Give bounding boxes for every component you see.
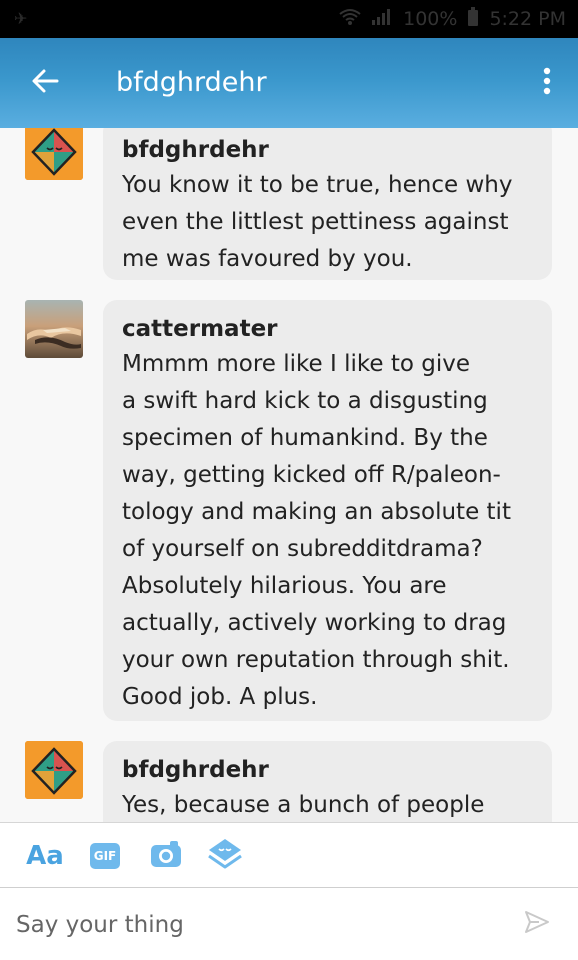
more-vertical-icon bbox=[543, 67, 551, 99]
message-input-row bbox=[0, 888, 578, 960]
status-bar: ✈ 100% 5:22 PM bbox=[0, 0, 578, 38]
message-author[interactable]: bfdghrdehr bbox=[122, 755, 534, 785]
gif-icon: GIF bbox=[89, 843, 121, 869]
gif-button[interactable]: GIF bbox=[88, 839, 122, 873]
camera-icon bbox=[150, 840, 182, 872]
send-icon bbox=[524, 911, 550, 939]
composer-toolbar: Aa GIF bbox=[0, 822, 578, 888]
message-text: You know it to be true, hence why even t… bbox=[122, 172, 513, 272]
message-bubble[interactable]: bfdghrdehr Yes, because a bunch of peopl… bbox=[103, 741, 552, 822]
back-button[interactable] bbox=[28, 66, 62, 100]
message-bubble[interactable]: cattermater Mmmm more like I like to giv… bbox=[103, 300, 552, 721]
sticker-button[interactable] bbox=[208, 839, 242, 873]
battery-icon bbox=[467, 6, 479, 32]
send-button[interactable] bbox=[524, 909, 550, 935]
app-bar: bfdghrdehr bbox=[0, 38, 578, 128]
message-author[interactable]: cattermater bbox=[122, 314, 534, 344]
message-input[interactable] bbox=[14, 906, 498, 944]
back-arrow-icon bbox=[31, 68, 59, 98]
message-text: Yes, because a bunch of people bbox=[122, 792, 485, 818]
avatar[interactable] bbox=[25, 300, 83, 358]
avatar[interactable] bbox=[25, 128, 83, 180]
message-thread[interactable]: bfdghrdehr You know it to be true, hence… bbox=[0, 128, 578, 822]
message-bubble[interactable]: bfdghrdehr You know it to be true, hence… bbox=[103, 128, 552, 280]
signal-icon bbox=[371, 8, 393, 31]
wifi-icon bbox=[339, 8, 361, 31]
message-text: Mmmm more like I like to give a swift ha… bbox=[122, 351, 511, 710]
more-options-button[interactable] bbox=[538, 66, 556, 100]
notification-icon: ✈ bbox=[14, 9, 28, 28]
conversation-title: bfdghrdehr bbox=[116, 67, 267, 98]
camera-button[interactable] bbox=[149, 839, 183, 873]
clock: 5:22 PM bbox=[489, 8, 566, 30]
text-style-button[interactable]: Aa bbox=[26, 839, 64, 873]
avatar[interactable] bbox=[25, 741, 83, 799]
message-author[interactable]: bfdghrdehr bbox=[122, 135, 534, 165]
sticker-icon bbox=[208, 838, 242, 874]
battery-percent: 100% bbox=[403, 8, 458, 30]
